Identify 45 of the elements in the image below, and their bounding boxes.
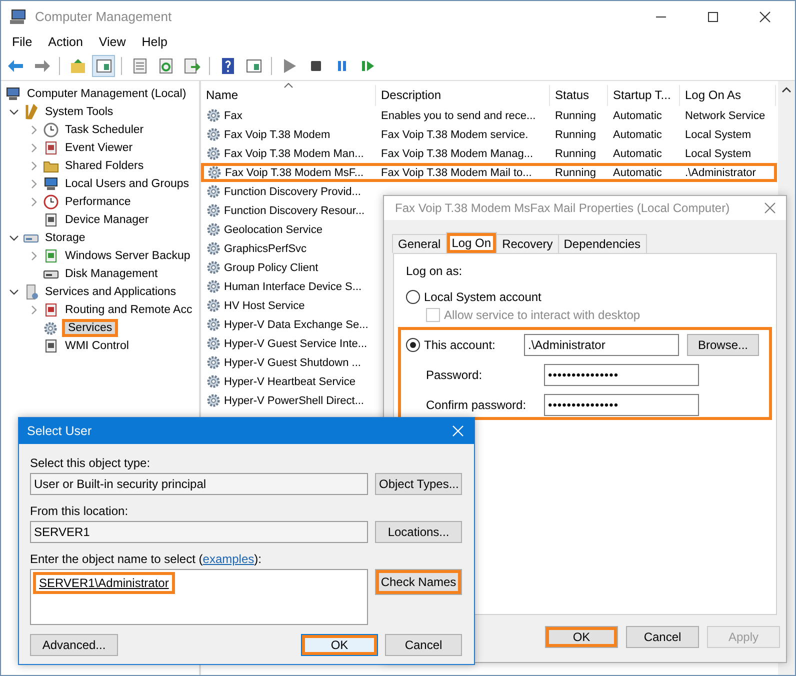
table-cell: Running [555, 128, 596, 140]
table-cell: Group Policy Client [224, 262, 318, 274]
table-cell: Human Interface Device S... [224, 280, 362, 292]
field-label: Password: [425, 368, 484, 382]
table-cell: Local System [685, 148, 752, 160]
object-name: SERVER1\Administrator [33, 572, 175, 594]
table-cell: Fax Voip T.38 Modem service. [381, 128, 528, 140]
table-cell: Fax Voip T.38 Modem Mail to... [381, 166, 532, 178]
table-cell: Automatic [613, 110, 662, 122]
table-cell: Fax [224, 110, 242, 122]
table-cell: Hyper-V Heartbeat Service [224, 376, 356, 388]
field-label: Enter the object name to select (examples): [30, 552, 262, 566]
table-cell: Hyper-V Guest Shutdown ... [224, 356, 361, 368]
field-label: From this location: [30, 504, 130, 518]
table-cell: Enables you to send and rece... [381, 110, 536, 122]
table-cell: Running [555, 148, 596, 160]
table-cell: Automatic [613, 166, 662, 178]
table-cell: HV Host Service [224, 300, 305, 312]
field-label: Select this object type: [30, 456, 152, 470]
table-cell: Automatic [613, 148, 662, 160]
table-cell: Network Service [685, 110, 766, 122]
table-cell: Hyper-V Guest Service Inte... [224, 338, 368, 350]
table-cell: Running [555, 166, 596, 178]
table-cell: Automatic [613, 128, 662, 140]
radio-label: Local System account [424, 290, 542, 304]
table-cell: Fax Voip T.38 Modem [224, 128, 330, 140]
table-cell: Fax Voip T.38 Modem MsF... [225, 166, 364, 178]
field-label: Confirm password: [425, 398, 528, 412]
table-cell: Function Discovery Provid... [224, 186, 361, 198]
table-cell: Hyper-V Data Exchange Se... [224, 318, 368, 330]
radio-label: This account: [423, 338, 496, 352]
table-cell: Local System [685, 128, 752, 140]
table-cell: Function Discovery Resour... [224, 204, 365, 216]
table-cell: Fax Voip T.38 Modem Man... [224, 148, 364, 160]
window-title: Computer Management [35, 9, 172, 24]
table-cell: Geolocation Service [224, 224, 322, 236]
table-cell: Running [555, 110, 596, 122]
table-cell: .\Administrator [685, 166, 756, 178]
table-cell: Hyper-V PowerShell Direct... [224, 394, 364, 406]
table-cell: GraphicsPerfSvc [224, 242, 307, 254]
table-cell: Fax Voip T.38 Modem Manag... [381, 148, 534, 160]
dialog-title: Select User [27, 424, 92, 438]
checkbox-label: Allow service to interact with desktop [444, 308, 640, 322]
dialog-title: Fax Voip T.38 Modem MsFax Mail Properties (Local Computer) [395, 201, 731, 215]
section-label: Log on as: [406, 264, 464, 278]
